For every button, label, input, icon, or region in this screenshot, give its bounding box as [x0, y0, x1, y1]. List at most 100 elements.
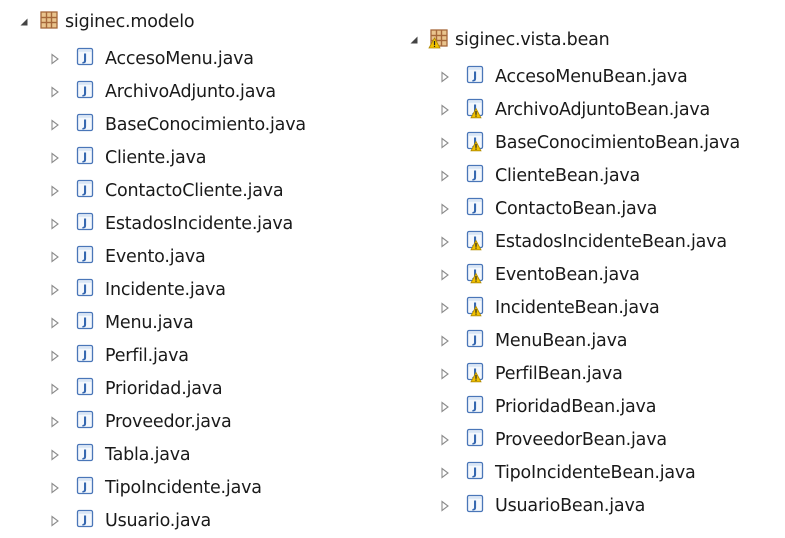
svg-text:J: J [472, 432, 477, 445]
java-file-warning-icon: J [466, 229, 490, 255]
svg-text:J: J [472, 498, 477, 511]
collapsed-triangle-icon[interactable] [49, 250, 61, 263]
svg-text:J: J [82, 84, 87, 97]
java-file-icon: J [76, 475, 100, 501]
java-file-icon: J [76, 310, 100, 336]
tree-item-label: ContactoCliente.java [105, 180, 284, 201]
tree-item-label: PerfilBean.java [495, 363, 623, 384]
tree-item-label: Tabla.java [105, 444, 191, 465]
java-file-icon: J [76, 145, 100, 171]
collapsed-triangle-icon[interactable] [439, 235, 451, 248]
package-children: J AccesoMenu.java J ArchivoAdjunto.java J Bas… [18, 42, 306, 537]
java-file-icon: J [76, 46, 100, 72]
collapsed-triangle-icon[interactable] [439, 433, 451, 446]
java-file-icon: J [76, 178, 100, 204]
package-node-siginec-vista-bean[interactable]: siginec.vista.bean [408, 20, 610, 60]
svg-text:J: J [472, 69, 477, 82]
tree-item-label: BaseConocimientoBean.java [495, 132, 740, 153]
svg-text:J: J [82, 117, 87, 130]
collapsed-triangle-icon[interactable] [49, 283, 61, 296]
svg-text:J: J [82, 348, 87, 361]
collapsed-triangle-icon[interactable] [49, 349, 61, 362]
collapsed-triangle-icon[interactable] [49, 151, 61, 164]
collapsed-triangle-icon[interactable] [49, 52, 61, 65]
tree-item-label: Menu.java [105, 312, 194, 333]
svg-text:J: J [472, 399, 477, 412]
tree-item-label: EstadosIncidente.java [105, 213, 294, 234]
svg-text:J: J [82, 315, 87, 328]
java-file-icon: J [76, 211, 100, 237]
java-file-icon: J [76, 508, 100, 534]
tree-item-label: Proveedor.java [105, 411, 232, 432]
collapsed-triangle-icon[interactable] [49, 415, 61, 428]
svg-text:J: J [82, 381, 87, 394]
package-warning-icon [428, 27, 450, 53]
tree-item-label: Evento.java [105, 246, 206, 267]
java-file-icon: J [76, 343, 100, 369]
collapsed-triangle-icon[interactable] [439, 367, 451, 380]
java-file-warning-icon: J [466, 130, 490, 156]
package-tree-vista-bean: siginec.vista.bean J AccesoMenuBean.java J… [408, 20, 740, 522]
tree-item-label: ArchivoAdjuntoBean.java [495, 99, 711, 120]
svg-text:J: J [82, 150, 87, 163]
collapsed-triangle-icon[interactable] [49, 448, 61, 461]
java-file-icon: J [76, 79, 100, 105]
tree-item-label: UsuarioBean.java [495, 495, 646, 516]
collapsed-triangle-icon[interactable] [439, 466, 451, 479]
tree-item-label: MenuBean.java [495, 330, 628, 351]
tree-item-label: Perfil.java [105, 345, 189, 366]
collapsed-triangle-icon[interactable] [49, 85, 61, 98]
tree-item-label: ContactoBean.java [495, 198, 658, 219]
tree-item-label: ClienteBean.java [495, 165, 641, 186]
java-file-icon: J [466, 328, 490, 354]
java-file-icon: J [466, 64, 490, 90]
collapsed-triangle-icon[interactable] [49, 217, 61, 230]
java-file-icon: J [76, 409, 100, 435]
collapsed-triangle-icon[interactable] [49, 316, 61, 329]
java-file-icon: J [76, 376, 100, 402]
package-tree-modelo: siginec.modelo J AccesoMenu.java J ArchivoA… [18, 2, 306, 537]
java-file-warning-icon: J [466, 361, 490, 387]
expanded-triangle-icon[interactable] [18, 16, 30, 28]
collapsed-triangle-icon[interactable] [439, 136, 451, 149]
collapsed-triangle-icon[interactable] [49, 118, 61, 131]
java-file-icon: J [76, 277, 100, 303]
java-file-icon: J [466, 427, 490, 453]
collapsed-triangle-icon[interactable] [49, 481, 61, 494]
collapsed-triangle-icon[interactable] [439, 499, 451, 512]
tree-item-label: TipoIncidenteBean.java [495, 462, 696, 483]
collapsed-triangle-icon[interactable] [439, 70, 451, 83]
svg-text:J: J [82, 513, 87, 526]
package-children: J AccesoMenuBean.java J ArchivoAdjuntoBean.… [408, 60, 740, 522]
expanded-triangle-icon[interactable] [408, 34, 420, 46]
tree-item-label: EventoBean.java [495, 264, 640, 285]
tree-item-label: ArchivoAdjunto.java [105, 81, 276, 102]
collapsed-triangle-icon[interactable] [49, 514, 61, 527]
svg-text:J: J [472, 201, 477, 214]
tree-item-label: IncidenteBean.java [495, 297, 660, 318]
svg-text:J: J [82, 414, 87, 427]
java-file-icon: J [466, 460, 490, 486]
java-file-icon: J [466, 196, 490, 222]
java-file-icon: J [76, 112, 100, 138]
collapsed-triangle-icon[interactable] [439, 301, 451, 314]
svg-text:J: J [472, 168, 477, 181]
svg-text:J: J [82, 183, 87, 196]
tree-item-label: Usuario.java [105, 510, 212, 531]
package-label: siginec.vista.bean [455, 30, 610, 50]
collapsed-triangle-icon[interactable] [439, 103, 451, 116]
svg-text:J: J [82, 480, 87, 493]
java-file-icon: J [466, 163, 490, 189]
collapsed-triangle-icon[interactable] [439, 169, 451, 182]
collapsed-triangle-icon[interactable] [439, 268, 451, 281]
collapsed-triangle-icon[interactable] [439, 202, 451, 215]
package-node-siginec-modelo[interactable]: siginec.modelo [18, 2, 195, 42]
collapsed-triangle-icon[interactable] [439, 334, 451, 347]
tree-item-label: AccesoMenuBean.java [495, 66, 688, 87]
collapsed-triangle-icon[interactable] [49, 184, 61, 197]
tree-item-label: Prioridad.java [105, 378, 223, 399]
collapsed-triangle-icon[interactable] [439, 400, 451, 413]
java-file-icon: J [76, 442, 100, 468]
svg-text:J: J [472, 465, 477, 478]
collapsed-triangle-icon[interactable] [49, 382, 61, 395]
